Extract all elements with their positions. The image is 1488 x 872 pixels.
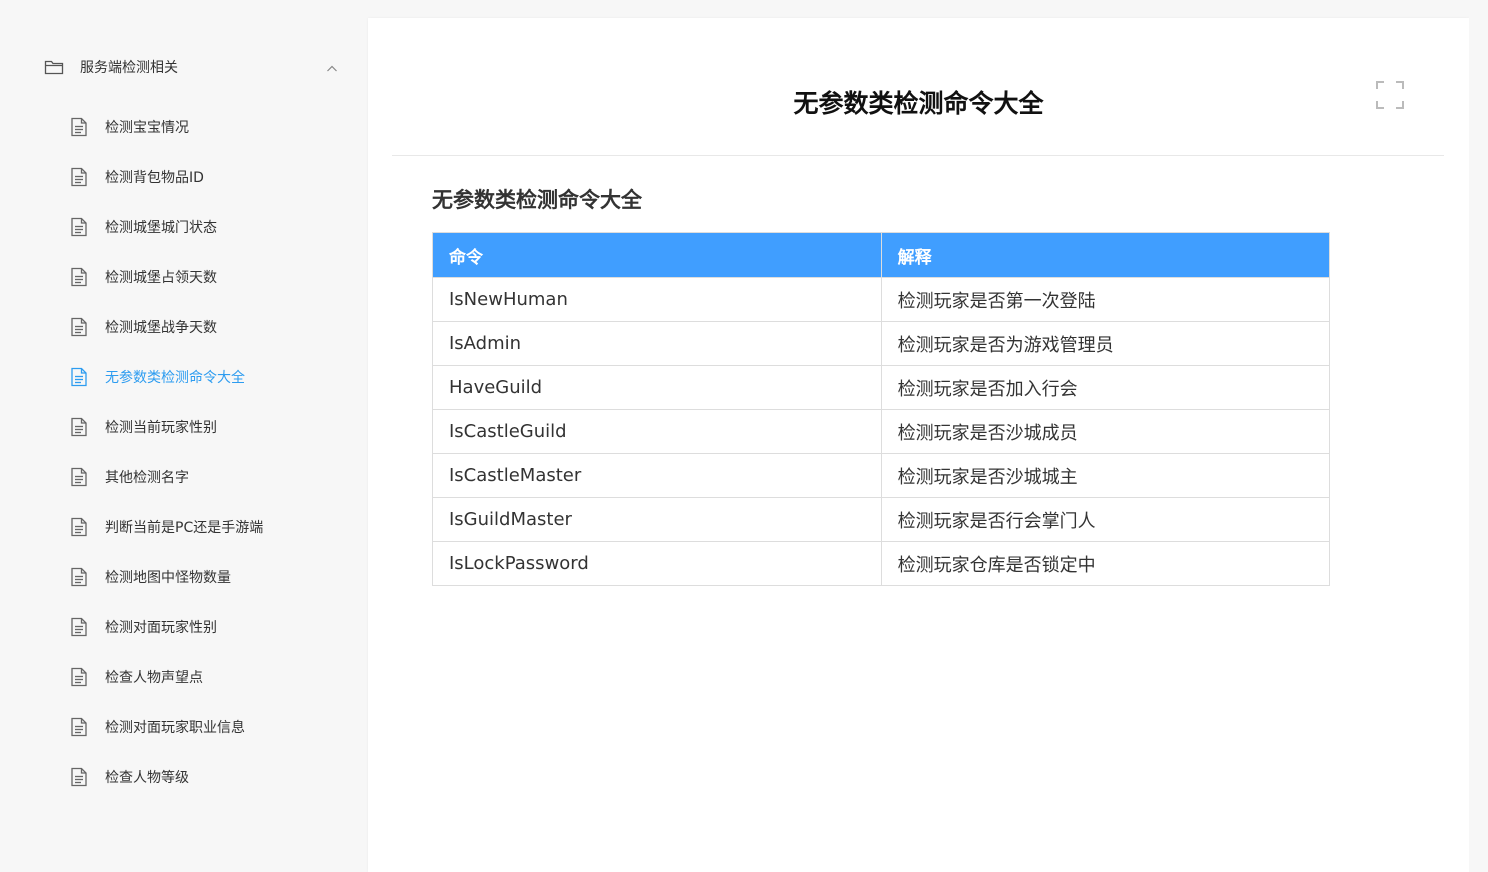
- sidebar-doc-label: 检测当前玩家性别: [105, 420, 217, 436]
- sidebar-doc-label: 无参数类检测命令大全: [105, 370, 245, 386]
- document-icon: [70, 567, 88, 587]
- table-row: HaveGuild 检测玩家是否加入行会: [432, 365, 1331, 410]
- fullscreen-button[interactable]: [1376, 81, 1404, 109]
- sidebar-doc-item[interactable]: 检测地图中怪物数量: [70, 552, 350, 602]
- description-cell: 检测玩家是否第一次登陆: [881, 277, 1331, 322]
- document-icon: [70, 367, 88, 387]
- sidebar-doc-label: 检查人物声望点: [105, 670, 203, 686]
- sidebar-doc-item[interactable]: 其他检测名字: [70, 452, 350, 502]
- title-divider: [392, 155, 1444, 156]
- sidebar-doc-item[interactable]: 判断当前是PC还是手游端: [70, 502, 350, 552]
- table-header-row: 命令 解释: [432, 232, 1331, 278]
- command-cell: IsGuildMaster: [432, 497, 882, 542]
- document-icon: [70, 267, 88, 287]
- main-content: 无参数类检测命令大全 无参数类检测命令大全 命令 解释 IsNewHuman 检测…: [368, 18, 1469, 872]
- sidebar-doc-label: 检测宝宝情况: [105, 120, 189, 136]
- command-cell: IsLockPassword: [432, 541, 882, 586]
- table-row: IsLockPassword 检测玩家仓库是否锁定中: [432, 541, 1331, 586]
- sidebar-doc-label: 检测城堡战争天数: [105, 320, 217, 336]
- command-table: 命令 解释 IsNewHuman 检测玩家是否第一次登陆 IsAdmin 检测玩家是否…: [432, 232, 1331, 586]
- table-row: IsNewHuman 检测玩家是否第一次登陆: [432, 277, 1331, 322]
- sidebar-doc-item[interactable]: 检查人物声望点: [70, 652, 350, 702]
- sidebar-doc-item[interactable]: 检查人物等级: [70, 752, 350, 802]
- table-row: IsGuildMaster 检测玩家是否行会掌门人: [432, 497, 1331, 542]
- document-icon: [70, 667, 88, 687]
- document-icon: [70, 117, 88, 137]
- table-header-command: 命令: [432, 232, 882, 278]
- folder-icon: [44, 59, 64, 75]
- document-icon: [70, 417, 88, 437]
- command-cell: IsAdmin: [432, 321, 882, 366]
- document-icon: [70, 767, 88, 787]
- document-icon: [70, 167, 88, 187]
- document-icon: [70, 517, 88, 537]
- sidebar: 服务端检测相关 检测宝宝情况 检测背包物品ID 检测城堡城门状态 检测城堡占领天数 检测…: [0, 0, 368, 872]
- sidebar-folder-label: 服务端检测相关: [80, 60, 178, 76]
- description-cell: 检测玩家是否为游戏管理员: [881, 321, 1331, 366]
- command-cell: IsCastleGuild: [432, 409, 882, 454]
- sidebar-doc-label: 检测背包物品ID: [105, 170, 204, 186]
- sidebar-doc-item[interactable]: 检测对面玩家性别: [70, 602, 350, 652]
- table-row: IsCastleMaster 检测玩家是否沙城城主: [432, 453, 1331, 498]
- sidebar-doc-label: 判断当前是PC还是手游端: [105, 520, 264, 536]
- description-cell: 检测玩家仓库是否锁定中: [881, 541, 1331, 586]
- page-title-text: 无参数类检测命令大全: [793, 89, 1044, 118]
- sidebar-doc-label: 检测城堡城门状态: [105, 220, 217, 236]
- command-cell: IsCastleMaster: [432, 453, 882, 498]
- sidebar-doc-item[interactable]: 检测城堡城门状态: [70, 202, 350, 252]
- sidebar-doc-item[interactable]: 检测宝宝情况: [70, 102, 350, 152]
- command-cell: HaveGuild: [432, 365, 882, 410]
- sidebar-doc-item[interactable]: 检测背包物品ID: [70, 152, 350, 202]
- sidebar-doc-label: 检测城堡占领天数: [105, 270, 217, 286]
- chevron-up-icon[interactable]: [326, 60, 338, 72]
- sidebar-doc-item[interactable]: 检测当前玩家性别: [70, 402, 350, 452]
- document-icon: [70, 717, 88, 737]
- fullscreen-icon: [1376, 81, 1404, 109]
- document-icon: [70, 317, 88, 337]
- description-cell: 检测玩家是否沙城成员: [881, 409, 1331, 454]
- sidebar-doc-item[interactable]: 检测城堡战争天数: [70, 302, 350, 352]
- sidebar-doc-item[interactable]: 无参数类检测命令大全: [70, 352, 350, 402]
- sidebar-doc-item[interactable]: 检测对面玩家职业信息: [70, 702, 350, 752]
- table-header-description: 解释: [881, 232, 1331, 278]
- section-heading: 无参数类检测命令大全: [432, 188, 642, 212]
- description-cell: 检测玩家是否加入行会: [881, 365, 1331, 410]
- sidebar-doc-label: 检查人物等级: [105, 770, 189, 786]
- sidebar-doc-label: 其他检测名字: [105, 470, 189, 486]
- description-cell: 检测玩家是否行会掌门人: [881, 497, 1331, 542]
- description-cell: 检测玩家是否沙城城主: [881, 453, 1331, 498]
- sidebar-doc-list: 检测宝宝情况 检测背包物品ID 检测城堡城门状态 检测城堡占领天数 检测城堡战争天数无参…: [70, 102, 350, 802]
- table-row: IsAdmin 检测玩家是否为游戏管理员: [432, 321, 1331, 366]
- page-title: 无参数类检测命令大全: [368, 84, 1469, 120]
- document-icon: [70, 617, 88, 637]
- document-icon: [70, 217, 88, 237]
- sidebar-doc-label: 检测地图中怪物数量: [105, 570, 231, 586]
- command-cell: IsNewHuman: [432, 277, 882, 322]
- sidebar-doc-label: 检测对面玩家职业信息: [105, 720, 245, 736]
- sidebar-doc-item[interactable]: 检测城堡占领天数: [70, 252, 350, 302]
- right-edge: [1469, 0, 1488, 872]
- table-row: IsCastleGuild 检测玩家是否沙城成员: [432, 409, 1331, 454]
- sidebar-folder-server-detection[interactable]: 服务端检测相关: [44, 50, 344, 84]
- sidebar-doc-label: 检测对面玩家性别: [105, 620, 217, 636]
- document-icon: [70, 467, 88, 487]
